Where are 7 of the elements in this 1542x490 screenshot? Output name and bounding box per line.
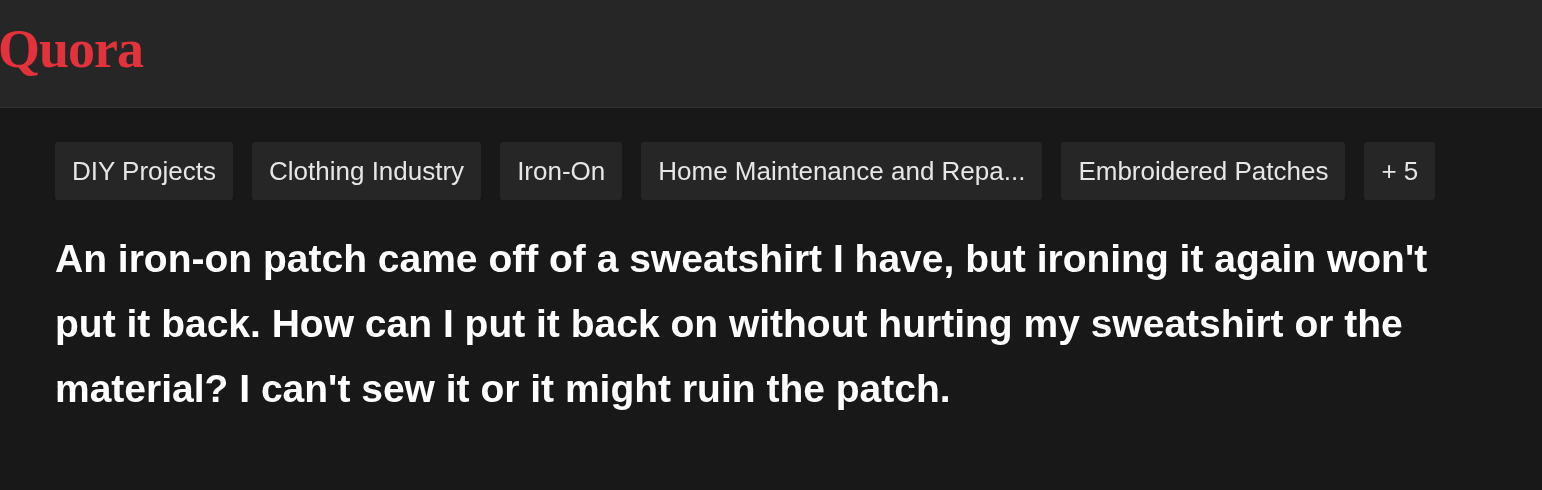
question-title: An iron-on patch came off of a sweatshirt I have, but ironing it again won't put it back. How can I put it back on without hurting my sweatshirt or the material? I can't sew it or it might ruin the patch. (54, 236, 1429, 412)
topic-chip[interactable]: Home Maintenance and Repa... (641, 142, 1043, 200)
topic-chip[interactable]: Embroidered Patches (1061, 142, 1346, 200)
topic-chip[interactable]: + 5 (1364, 142, 1436, 200)
topic-chip[interactable]: DIY Projects (55, 142, 233, 200)
topic-chip[interactable]: Iron-On (500, 142, 623, 200)
topic-chip[interactable]: Clothing Industry (252, 142, 482, 200)
